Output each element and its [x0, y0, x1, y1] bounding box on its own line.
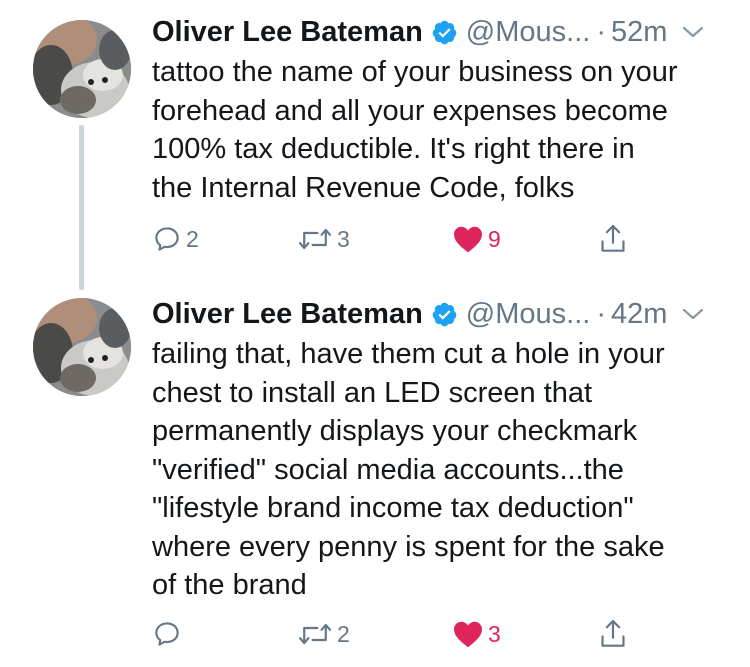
- reply-button[interactable]: 2: [152, 222, 199, 256]
- tweet-text-line: permanently displays your checkmark: [152, 415, 638, 447]
- share-icon: [601, 224, 625, 252]
- reply-icon: [155, 622, 179, 646]
- tweet-actions: 2 3 9: [152, 222, 652, 256]
- tweet-text: tattoo the name of your business on your…: [152, 53, 732, 207]
- reply-button[interactable]: [152, 617, 186, 651]
- tweet-text-line: "lifestyle brand income tax deduction": [152, 492, 634, 524]
- tweet-text-line: the Internal Revenue Code, folks: [152, 171, 575, 204]
- chevron-down-icon[interactable]: [681, 306, 705, 322]
- timestamp[interactable]: 42m: [611, 298, 667, 331]
- tweet-text: failing that, have them cut a hole in yo…: [152, 335, 732, 605]
- tweet-1[interactable]: Oliver Lee Bateman @Mous... · 52m tattoo…: [0, 0, 750, 290]
- tweet-text-line: 100% tax deductible. It's right there in: [152, 133, 635, 165]
- verified-badge-icon: [432, 20, 457, 44]
- retweet-icon: [298, 228, 332, 250]
- author-name[interactable]: Oliver Lee Bateman: [152, 16, 423, 49]
- tweet-actions: 2 3: [152, 617, 652, 651]
- author-name[interactable]: Oliver Lee Bateman: [152, 298, 423, 331]
- retweet-button[interactable]: 3: [297, 222, 350, 256]
- tweet-text-line: forehead and all your expenses become: [152, 94, 668, 127]
- tweet-2[interactable]: Oliver Lee Bateman @Mous... · 42m failin…: [0, 290, 750, 667]
- tweet-text-line: of the brand: [152, 569, 307, 601]
- share-icon: [601, 619, 625, 647]
- separator-dot: ·: [596, 15, 606, 48]
- share-button[interactable]: [598, 222, 628, 256]
- tweet-text-line: tattoo the name of your business on your: [152, 56, 678, 88]
- chevron-down-icon[interactable]: [681, 24, 705, 40]
- tweet-text-line: "verified" social media accounts...the: [152, 453, 624, 486]
- tweet-text-line: chest to install an LED screen that: [152, 376, 593, 409]
- tweet-text-line: where every penny is spent for the sake: [152, 530, 665, 563]
- thread-connector-line: [79, 125, 84, 290]
- retweet-count: 2: [337, 620, 350, 647]
- like-count: 3: [488, 620, 501, 647]
- avatar-photo: [33, 20, 131, 118]
- separator-dot: ·: [596, 297, 606, 330]
- heart-icon: [454, 621, 482, 648]
- avatar-photo: [33, 298, 131, 396]
- tweet-text-line: failing that, have them cut a hole in yo…: [152, 338, 665, 370]
- author-handle[interactable]: @Mous...: [466, 16, 591, 49]
- reply-icon: [155, 227, 179, 251]
- share-button[interactable]: [598, 617, 628, 651]
- avatar[interactable]: [33, 298, 131, 396]
- retweet-button[interactable]: 2: [297, 617, 350, 651]
- retweet-icon: [298, 623, 332, 645]
- tweet-header: Oliver Lee Bateman @Mous... · 42m: [152, 294, 705, 334]
- verified-badge-icon: [432, 302, 457, 326]
- timestamp[interactable]: 52m: [611, 16, 667, 49]
- like-button[interactable]: 9: [452, 222, 501, 256]
- like-button[interactable]: 3: [452, 617, 501, 651]
- author-handle[interactable]: @Mous...: [466, 298, 591, 331]
- tweet-header: Oliver Lee Bateman @Mous... · 52m: [152, 12, 705, 52]
- reply-count: 2: [186, 225, 199, 252]
- heart-icon: [454, 226, 482, 253]
- like-count: 9: [488, 225, 501, 252]
- avatar[interactable]: [33, 20, 131, 118]
- retweet-count: 3: [337, 225, 350, 252]
